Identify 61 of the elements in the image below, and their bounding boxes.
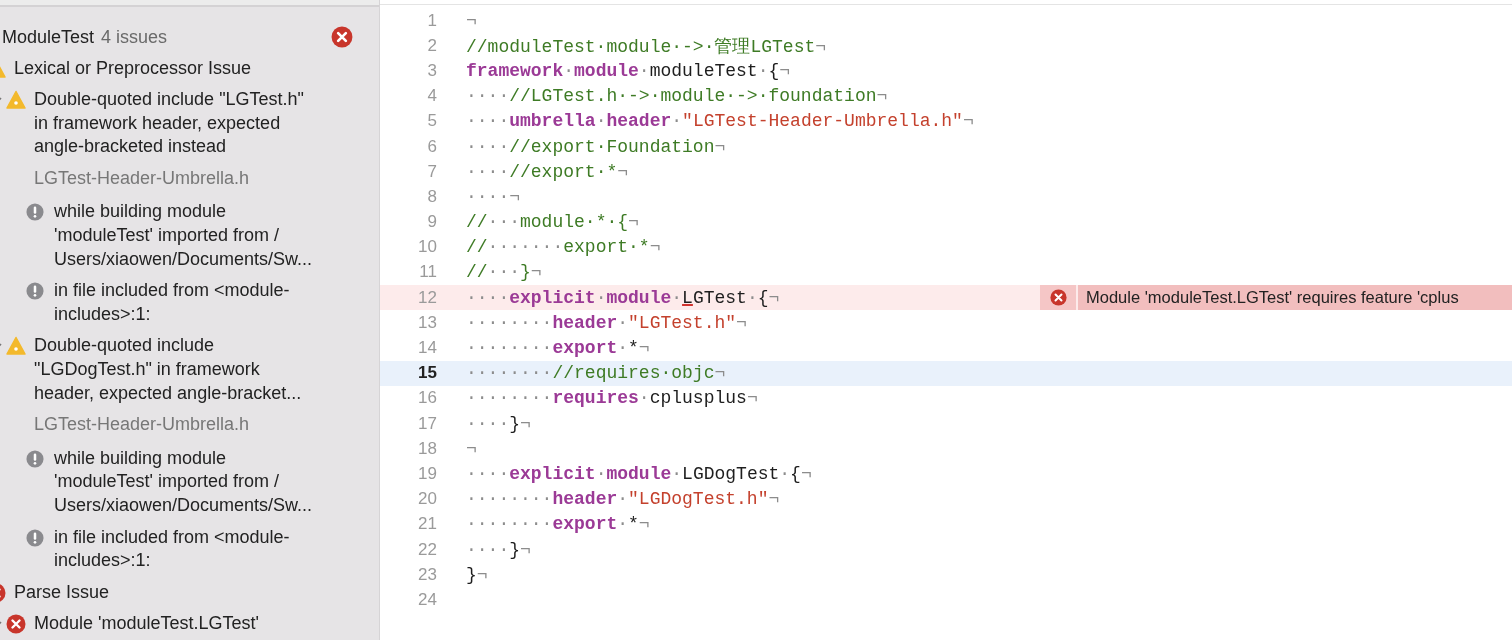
project-name[interactable]: ModuleTest xyxy=(2,26,95,48)
code-line: ····¬ xyxy=(466,186,520,207)
issue-group[interactable]: Parse Issue xyxy=(14,580,110,605)
issue-message[interactable]: Module 'moduleTest.LGTest' xyxy=(34,611,259,636)
code-line: ····//export·*¬ xyxy=(466,161,629,182)
code-line: ········//requires·objc¬ xyxy=(466,363,726,384)
code-line: ········header·"LGDogTest.h"¬ xyxy=(466,489,780,510)
code-line: ¬ xyxy=(466,438,477,459)
line-number: 20 xyxy=(417,489,437,510)
line-number: 13 xyxy=(417,312,437,333)
code-line: ····explicit·module·LGDogTest·{¬ xyxy=(466,463,812,484)
line-number: 10 xyxy=(417,237,437,258)
note-message[interactable]: while building module 'moduleTest' imported from / Users/xiaowen/Documents/Sw... xyxy=(54,200,313,272)
code-line: //·······export·*¬ xyxy=(466,237,661,258)
line-number: 3 xyxy=(426,60,437,81)
line-number: 7 xyxy=(426,161,437,182)
line-number: 11 xyxy=(418,262,437,283)
code-line: ····umbrella·header·"LGTest-Header-Umbrella.h"¬ xyxy=(466,111,974,132)
error-message[interactable]: Module 'moduleTest.LGTest' requires feature 'cplus xyxy=(1078,285,1512,311)
line-number: 23 xyxy=(417,564,437,585)
code-line: }¬ xyxy=(466,564,488,585)
issue-group[interactable]: Lexical or Preprocessor Issue xyxy=(14,57,252,81)
code-line: ········export·*¬ xyxy=(466,514,650,535)
issue-message[interactable]: Double-quoted include "LGTest.h" in framework header, expected angle-bracketed instead xyxy=(34,88,304,159)
line-number: 12 xyxy=(417,287,437,308)
code-line: ····}¬ xyxy=(466,413,531,434)
code-line: ····//export·Foundation¬ xyxy=(466,136,726,157)
line-number: 4 xyxy=(426,86,437,107)
code-line: ········requires·cplusplus¬ xyxy=(466,388,758,409)
code-line: //moduleTest·module·->·管理LGTest¬ xyxy=(466,35,827,58)
code-line: framework·module·moduleTest·{¬ xyxy=(466,60,791,81)
note-message[interactable]: in file included from <module- includes>:1: xyxy=(54,525,290,573)
note-message[interactable]: in file included from <module- includes>:1: xyxy=(54,279,290,327)
code-line: ····//LGTest.h·->·module·->·foundation¬ xyxy=(466,86,888,107)
code-line: ····explicit·module·LGTest·{¬ xyxy=(466,287,780,308)
line-number: 5 xyxy=(426,111,437,132)
code-line: ¬ xyxy=(466,10,477,31)
file-name: LGTest-Header-Umbrella.h xyxy=(34,166,251,190)
line-number: 19 xyxy=(417,463,437,484)
code-line: //···}¬ xyxy=(466,262,542,283)
line-number: 18 xyxy=(417,438,437,459)
code-line: ········header·"LGTest.h"¬ xyxy=(466,312,747,333)
line-number: 1 xyxy=(426,10,437,31)
line-number: 2 xyxy=(426,35,437,56)
issue-message[interactable]: Double-quoted include "LGDogTest.h" in framework header, expected angle-bracket... xyxy=(34,334,302,406)
line-number: 8 xyxy=(426,186,437,207)
line-number: 24 xyxy=(417,589,437,610)
line-number: 14 xyxy=(417,338,437,359)
line-number: 17 xyxy=(417,413,437,434)
line-number: 22 xyxy=(417,539,437,560)
code-line: ········export·*¬ xyxy=(466,338,650,359)
line-number: 16 xyxy=(417,388,437,409)
note-message[interactable]: while building module 'moduleTest' imported from / Users/xiaowen/Documents/Sw... xyxy=(54,446,313,518)
line-number: 21 xyxy=(417,514,437,535)
issue-count: 4 issues xyxy=(101,26,168,48)
line-number: 15 xyxy=(417,363,437,384)
code-line: ····}¬ xyxy=(466,539,531,560)
file-name: LGTest-Header-Umbrella.h xyxy=(34,413,251,437)
line-number: 6 xyxy=(426,136,437,157)
code-line: //···module·*·{¬ xyxy=(466,212,639,233)
line-number: 9 xyxy=(426,212,437,233)
